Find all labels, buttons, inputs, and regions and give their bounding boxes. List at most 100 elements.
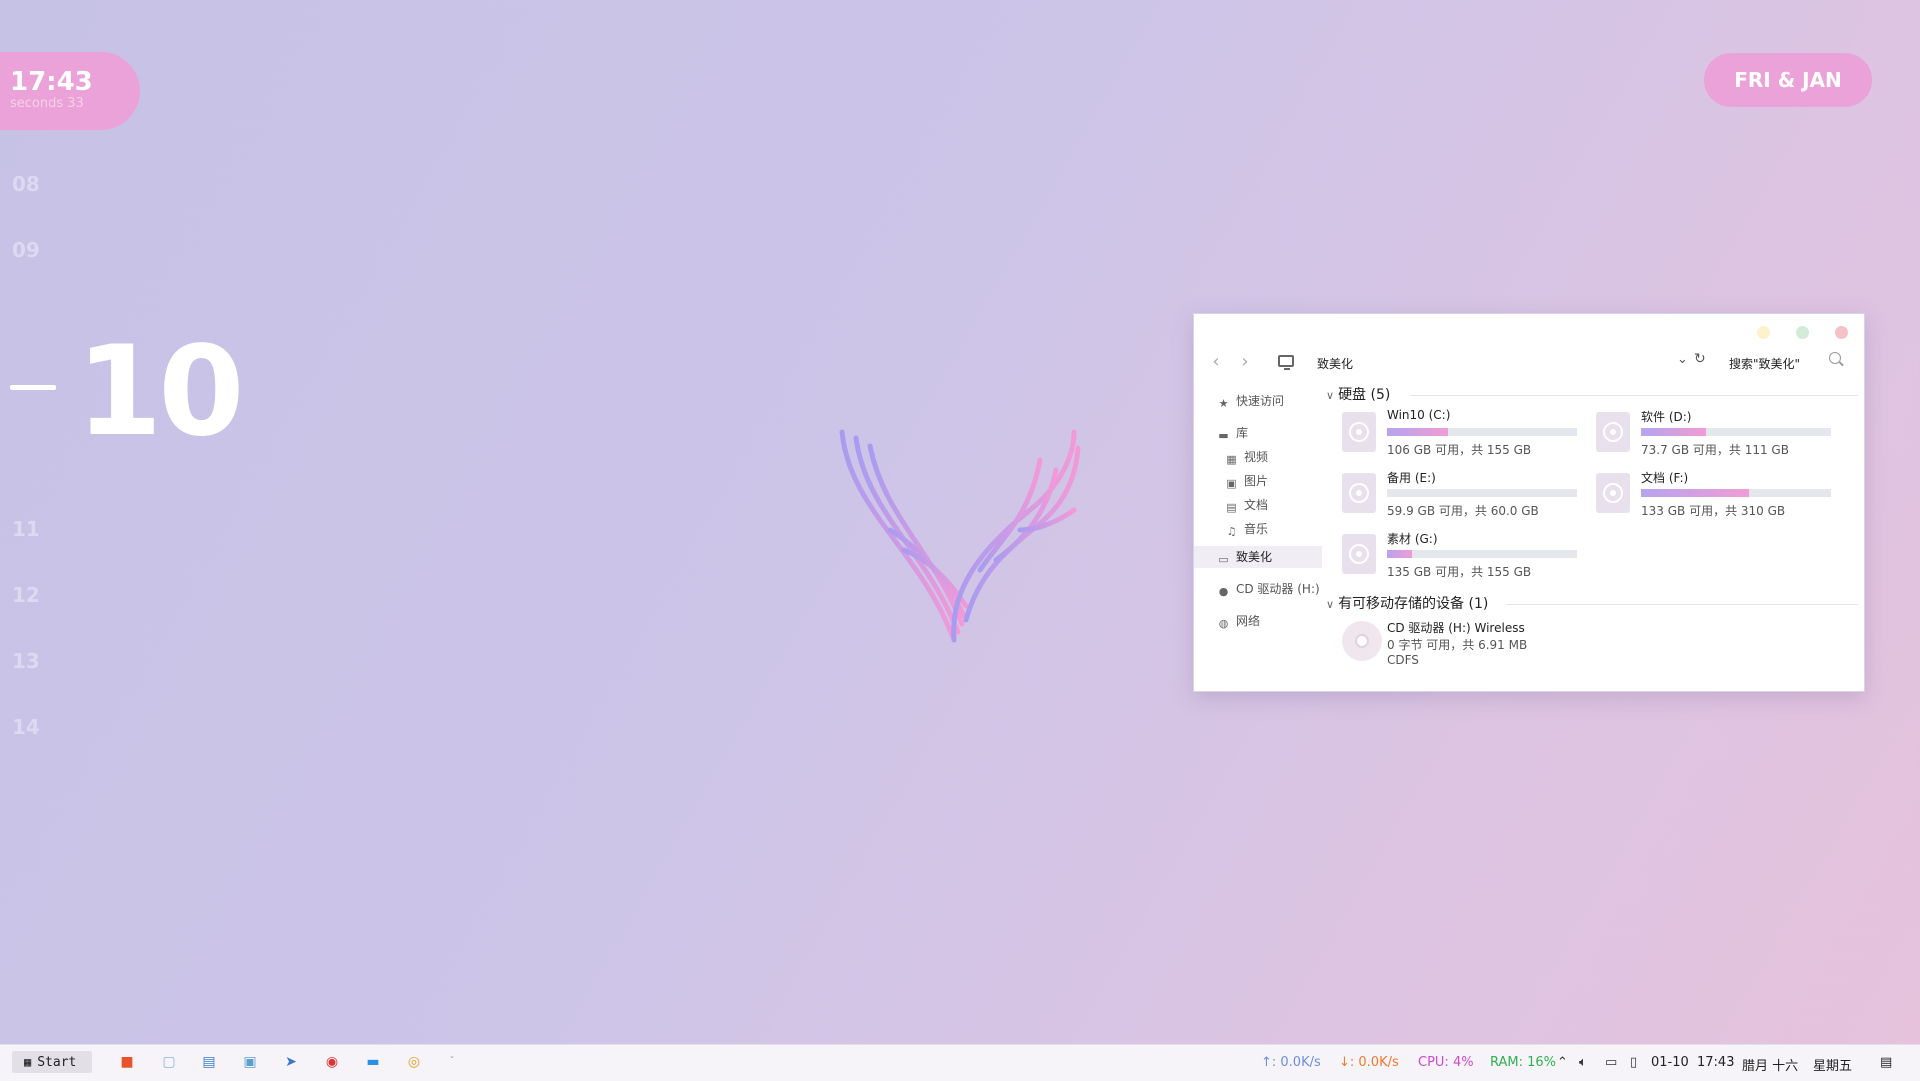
sidebar-item-library[interactable]: ▬ 库 — [1217, 422, 1248, 444]
sidebar-item-pictures[interactable]: ▣ 图片 — [1225, 470, 1268, 492]
drive-free-space: 135 GB 可用，共 155 GB — [1387, 565, 1532, 579]
download-speed: ↓: 0.0K/s — [1339, 1055, 1399, 1070]
search-icon[interactable] — [1829, 352, 1841, 364]
computer-icon — [1278, 355, 1294, 370]
send-icon[interactable]: ➤ — [283, 1054, 299, 1070]
close-icon[interactable] — [1835, 326, 1848, 339]
sidebar-item-label: CD 驱动器 (H:) — [1236, 582, 1320, 596]
hard-drive-icon — [1342, 534, 1376, 574]
usage-bar-fill — [1641, 489, 1750, 497]
drive-name: CD 驱动器 (H:) Wireless — [1387, 621, 1525, 635]
chevron-up-icon[interactable]: ⌃ — [1557, 1055, 1568, 1070]
hard-drive-icon — [1342, 412, 1376, 452]
video-icon: ▦ — [1226, 453, 1237, 466]
hour-label: 09 — [12, 238, 40, 262]
chevron-down-icon[interactable]: ⌄ — [1677, 352, 1688, 367]
drive-f[interactable]: 文档 (F:) 133 GB 可用，共 310 GB — [1596, 469, 1831, 518]
ram-usage: RAM: 16% — [1490, 1055, 1557, 1070]
chevron-down-icon: ∨ — [1326, 598, 1335, 611]
date-widget: FRI & JAN — [1704, 53, 1872, 107]
sidebar-item-label: 视频 — [1244, 450, 1269, 464]
drive-name: 备用 (E:) — [1387, 471, 1436, 485]
hour-label: 14 — [12, 715, 40, 739]
group-title: 有可移动存储的设备 (1) — [1338, 596, 1489, 612]
sidebar-item-network[interactable]: ◍ 网络 — [1217, 610, 1260, 632]
usage-bar — [1641, 489, 1831, 497]
star-icon: ★ — [1218, 397, 1229, 410]
hour-label: 13 — [12, 649, 40, 673]
start-button[interactable]: ▦ Start — [12, 1051, 92, 1073]
document-icon: ▤ — [1226, 501, 1237, 514]
cd-disc-icon — [1342, 621, 1382, 661]
chevron-down-icon: ∨ — [1326, 389, 1335, 402]
divider — [1410, 395, 1858, 396]
sidebar-item-music[interactable]: ♫ 音乐 — [1225, 518, 1268, 540]
volume-icon[interactable]: 🔈︎ — [1579, 1055, 1587, 1070]
photoshop-icon[interactable]: ▢ — [161, 1054, 177, 1070]
picture-icon: ▣ — [1226, 477, 1237, 490]
usage-bar — [1387, 489, 1577, 497]
sidebar-item-label: 网络 — [1236, 614, 1261, 628]
drive-c[interactable]: Win10 (C:) 106 GB 可用，共 155 GB — [1342, 408, 1577, 457]
drive-name: 文档 (F:) — [1641, 471, 1689, 485]
sidebar-item-videos[interactable]: ▦ 视频 — [1225, 446, 1268, 468]
removable-devices-header[interactable]: ∨ 有可移动存储的设备 (1) — [1326, 593, 1488, 613]
hour-label: 08 — [12, 172, 40, 196]
cpu-usage: CPU: 4% — [1418, 1055, 1474, 1070]
sidebar-item-label: 图片 — [1244, 474, 1269, 488]
wallpaper-logo-icon — [839, 429, 1081, 643]
refresh-icon[interactable]: ↻ — [1694, 351, 1706, 367]
sidebar-item-label: 文档 — [1244, 498, 1269, 512]
search-input[interactable]: 搜索"致美化" — [1729, 355, 1800, 372]
sidebar-item-label: 快速访问 — [1236, 394, 1285, 408]
start-grid-icon: ▦ — [24, 1055, 32, 1069]
clock-time: 17:43 — [10, 67, 93, 97]
music-icon: ♫ — [1226, 525, 1237, 538]
drive-e[interactable]: 备用 (E:) 59.9 GB 可用，共 60.0 GB — [1342, 469, 1577, 518]
battery-icon[interactable]: ▯ — [1630, 1055, 1637, 1070]
computer-icon: ▭ — [1218, 553, 1229, 566]
notification-icon[interactable]: ▤ — [1880, 1055, 1892, 1070]
drive-free-space: 73.7 GB 可用，共 111 GB — [1641, 443, 1789, 457]
minimize-icon[interactable] — [1757, 326, 1770, 339]
office-icon[interactable]: ■ — [119, 1054, 135, 1070]
drive-d[interactable]: 软件 (D:) 73.7 GB 可用，共 111 GB — [1596, 408, 1831, 457]
network-icon[interactable]: ▭ — [1605, 1055, 1617, 1070]
tray-date[interactable]: 01-10 — [1651, 1055, 1689, 1070]
notepad-icon[interactable]: ▤ — [201, 1054, 217, 1070]
chrome-icon[interactable]: ◎ — [406, 1054, 422, 1070]
netease-music-icon[interactable]: ◉ — [324, 1054, 340, 1070]
folder-icon[interactable]: ▬ — [365, 1054, 381, 1070]
file-explorer-window[interactable]: ‹ › 致美化 ⌄ ↻ 搜索"致美化" ★ 快速访问 ▬ 库 ▦ 视频 ▣ 图片 ▤ 文档… — [1193, 313, 1865, 692]
usage-bar — [1387, 550, 1577, 558]
back-icon[interactable]: ‹ — [1206, 353, 1226, 373]
hard-drive-icon — [1596, 473, 1630, 513]
divider — [1506, 604, 1858, 605]
forward-icon[interactable]: › — [1235, 353, 1255, 373]
sidebar-item-documents[interactable]: ▤ 文档 — [1225, 494, 1268, 516]
sidebar-item-label: 致美化 — [1236, 550, 1273, 564]
more-icon[interactable]: ˇ — [444, 1054, 460, 1070]
usage-bar-fill — [1387, 550, 1412, 558]
tray-time[interactable]: 17:43 — [1697, 1055, 1734, 1070]
folder-icon: ▬ — [1218, 429, 1229, 442]
explorer-toolbar: ‹ › 致美化 ⌄ ↻ 搜索"致美化" — [1194, 350, 1864, 376]
address-bar[interactable]: 致美化 — [1317, 355, 1353, 372]
sidebar-item-cd-drive[interactable]: ● CD 驱动器 (H:) — [1217, 578, 1320, 600]
tray-lunar-date: 腊月 十六 — [1742, 1059, 1799, 1074]
current-hour: 10 — [76, 320, 245, 464]
sidebar-item-quick-access[interactable]: ★ 快速访问 — [1217, 390, 1284, 412]
taskbar: ▦ Start ■ ▢ ▤ ▣ ➤ ◉ ▬ ◎ ˇ ↑: 0.0K/s ↓: 0.… — [0, 1044, 1920, 1081]
sidebar-item-this-pc[interactable]: ▭ 致美化 — [1194, 546, 1322, 568]
drive-g[interactable]: 素材 (G:) 135 GB 可用，共 155 GB — [1342, 530, 1577, 579]
drive-free-space: 59.9 GB 可用，共 60.0 GB — [1387, 504, 1539, 518]
drive-h-cd[interactable]: CD 驱动器 (H:) Wireless 0 字节 可用，共 6.91 MB C… — [1342, 619, 1572, 667]
sidebar-item-label: 音乐 — [1244, 522, 1269, 536]
tray-weekday: 星期五 — [1813, 1059, 1853, 1074]
hard-drives-header[interactable]: ∨ 硬盘 (5) — [1326, 384, 1390, 404]
clock-seconds: seconds 33 — [10, 96, 84, 111]
drive-free-space: 133 GB 可用，共 310 GB — [1641, 504, 1786, 518]
terminal-icon[interactable]: ▣ — [242, 1054, 258, 1070]
maximize-icon[interactable] — [1796, 326, 1809, 339]
start-label: Start — [37, 1055, 77, 1070]
